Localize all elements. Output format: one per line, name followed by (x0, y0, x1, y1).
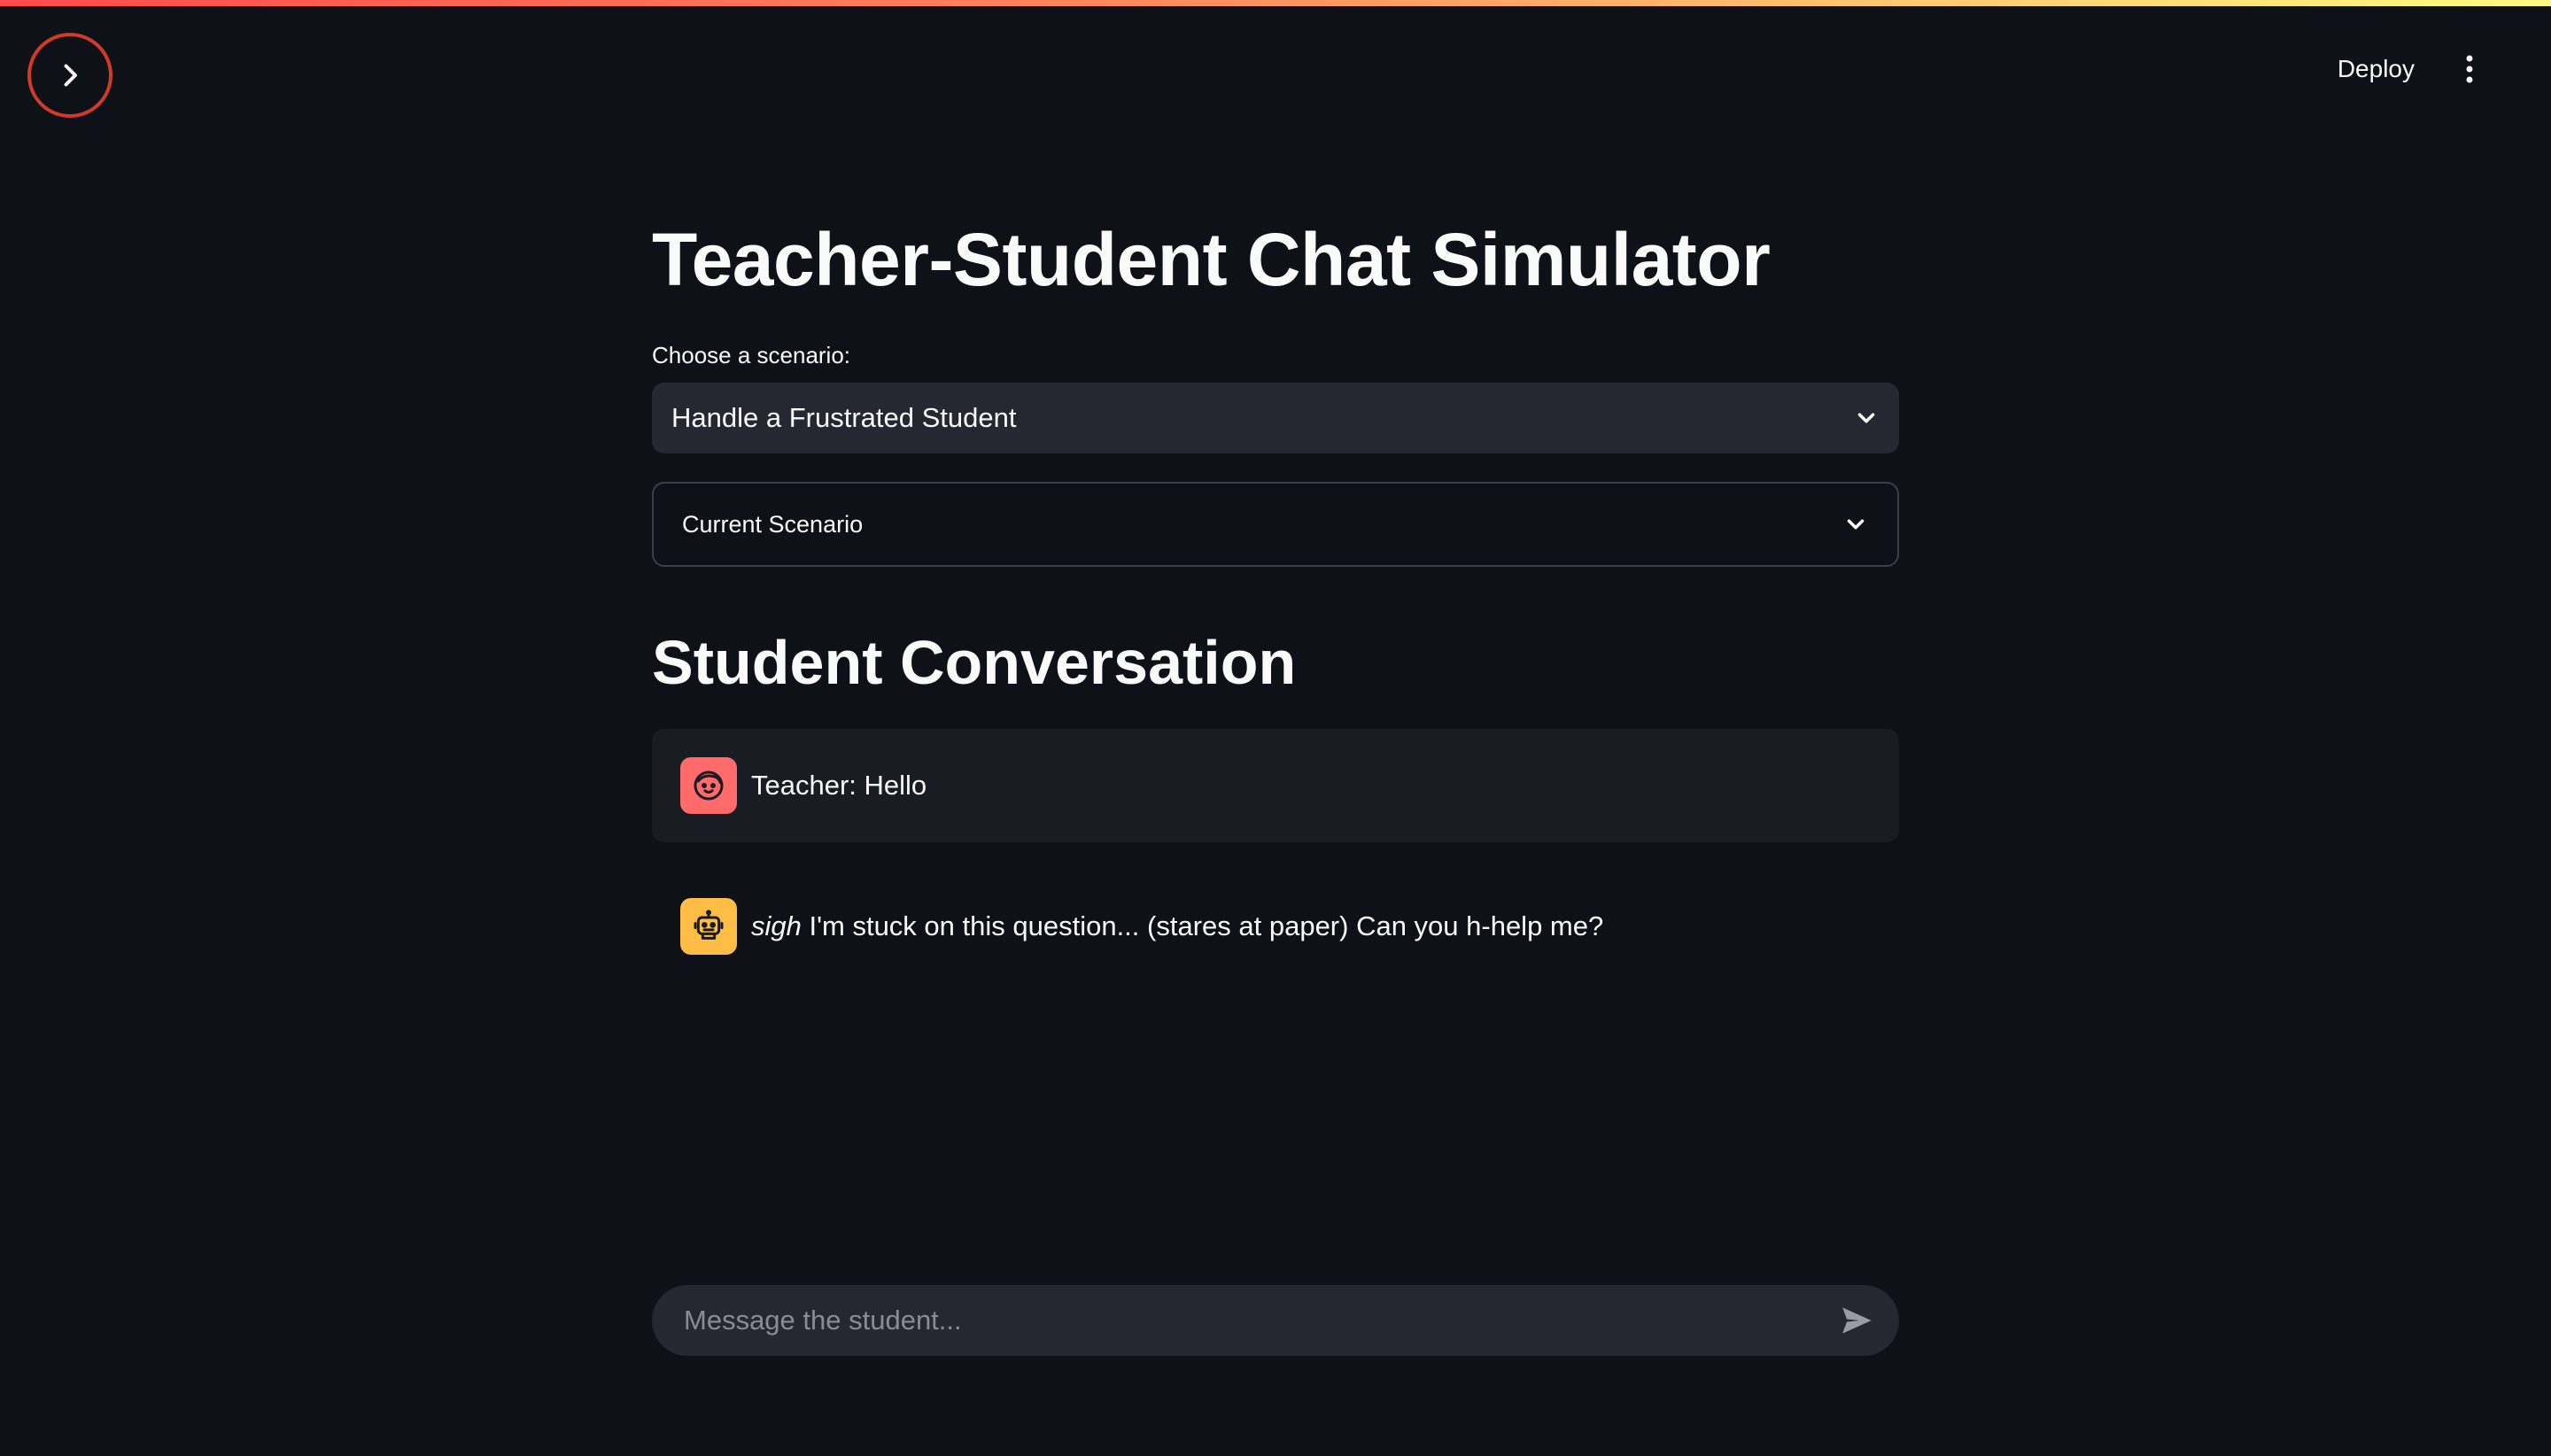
vertical-dots-icon (2466, 55, 2473, 83)
scenario-select-label: Choose a scenario: (652, 342, 851, 368)
chat-message-text: sigh I'm stuck on this question... (star… (751, 910, 1603, 942)
scenario-select-value: Handle a Frustrated Student (671, 402, 1017, 433)
robot-icon (694, 910, 724, 940)
app-root: Deploy Teacher-Student Chat Simulator Ch… (0, 0, 2551, 1456)
deploy-button[interactable]: Deploy (2338, 51, 2415, 87)
main-menu-button[interactable] (2450, 50, 2489, 89)
user-avatar (680, 757, 737, 814)
chevron-down-icon (1842, 511, 1869, 538)
chevron-down-icon (1853, 405, 1880, 431)
page-title: Teacher-Student Chat Simulator (652, 218, 1771, 301)
chat-input-bar (652, 1285, 1899, 1356)
sidebar-expand-button[interactable] (27, 33, 112, 118)
chat-message-input[interactable] (682, 1304, 1793, 1337)
face-icon (694, 771, 724, 801)
current-scenario-expander[interactable]: Current Scenario (652, 482, 1899, 567)
chat-message-user: Teacher: Hello (652, 729, 1899, 842)
send-icon (1842, 1307, 1872, 1334)
assistant-avatar (680, 898, 737, 955)
chevron-right-icon (64, 64, 77, 87)
chat-message-text: Teacher: Hello (751, 770, 927, 801)
expander-label: Current Scenario (682, 510, 864, 538)
message-body: I'm stuck on this question... (stares at… (801, 910, 1604, 941)
send-button[interactable] (1832, 1296, 1881, 1345)
conversation-heading: Student Conversation (652, 628, 1297, 697)
emphasis-text: sigh (751, 910, 802, 941)
top-decoration-stripe (0, 0, 2551, 6)
chat-message-assistant: sigh I'm stuck on this question... (star… (652, 870, 1899, 983)
scenario-select[interactable]: Handle a Frustrated Student (652, 383, 1899, 453)
